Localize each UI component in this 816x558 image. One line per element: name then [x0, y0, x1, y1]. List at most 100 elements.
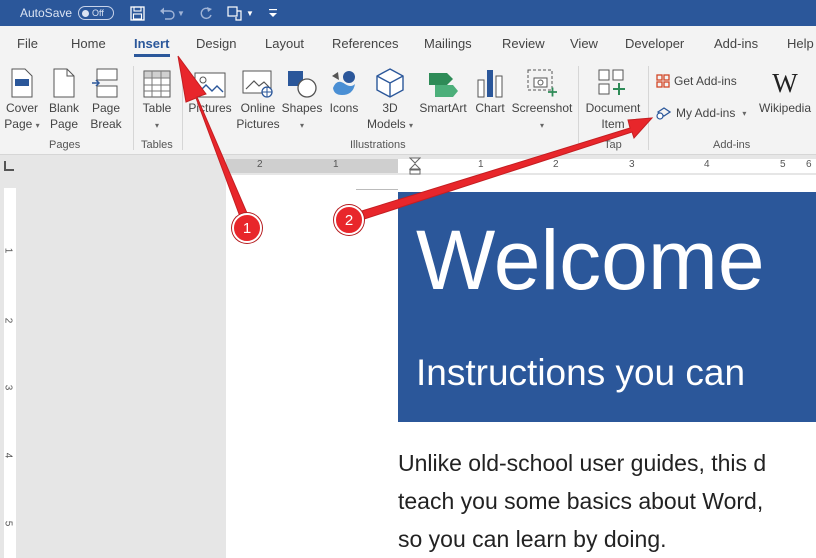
autosave-toggle[interactable]: Off [78, 6, 115, 20]
tab-references[interactable]: References [332, 36, 398, 51]
blank-page-icon [53, 68, 75, 98]
group-label-tables: Tables [141, 139, 173, 151]
annotation-badge-1: 1 [232, 213, 262, 243]
banner-subtitle: Instructions you can [416, 352, 746, 393]
undo-icon[interactable] [158, 4, 176, 22]
ribbon: Cover Page ▾ Blank Page Page Break Pages… [0, 60, 816, 155]
pictures-icon [194, 72, 226, 98]
page-break-label-2: Break [90, 117, 122, 131]
ruler-number: 6 [806, 159, 812, 170]
3d-models-label-2: Models [366, 117, 406, 131]
shapes-chevron-icon: ▾ [299, 121, 304, 130]
tab-home[interactable]: Home [71, 36, 106, 51]
customize-toolbar-icon[interactable] [264, 4, 282, 22]
tab-review[interactable]: Review [502, 36, 545, 51]
tab-design[interactable]: Design [196, 36, 236, 51]
group-label-pages: Pages [49, 139, 81, 151]
vertical-ruler: 1 2 3 4 5 [0, 180, 18, 558]
blank-page-label-1: Blank [48, 101, 80, 115]
tab-file[interactable]: File [17, 36, 38, 51]
toggle-knob [82, 9, 90, 17]
group-label-addins: Add-ins [713, 139, 751, 151]
save-icon[interactable] [128, 4, 146, 22]
cover-page-icon [11, 68, 33, 98]
undo-dropdown-icon[interactable]: ▼ [177, 9, 185, 18]
smartart-button[interactable]: SmartArt [417, 64, 469, 116]
vruler-number: 5 [2, 520, 14, 527]
welcome-banner: Welcome Instructions you can [398, 192, 816, 422]
tab-developer[interactable]: Developer [625, 36, 684, 51]
pictures-button[interactable]: Pictures [186, 64, 234, 116]
wikipedia-icon: W [772, 68, 798, 98]
chart-button[interactable]: Chart [472, 64, 508, 116]
horizontal-ruler: 2 1 1 2 3 4 5 6 [0, 155, 816, 175]
tab-addins[interactable]: Add-ins [714, 36, 758, 51]
addins-icon [656, 107, 672, 120]
3d-models-chevron-icon: ▾ [409, 121, 414, 130]
online-pictures-label-1: Online [240, 101, 276, 115]
ruler-number: 5 [780, 159, 786, 170]
document-item-icon [598, 69, 625, 95]
group-separator [648, 66, 649, 150]
group-separator [578, 66, 579, 150]
vruler-number: 3 [2, 384, 14, 391]
blank-page-label-2: Page [49, 117, 79, 131]
vruler-number: 4 [2, 452, 14, 459]
wikipedia-button[interactable]: W Wikipedia [756, 64, 814, 116]
ruler-number: 2 [257, 159, 263, 170]
autosave-state: Off [92, 8, 104, 18]
document-item-button[interactable]: Document Item [582, 64, 644, 132]
icons-button[interactable]: Icons [326, 64, 362, 116]
redo-icon[interactable] [197, 4, 215, 22]
margin-corner-mark [356, 189, 398, 190]
page-break-icon [92, 68, 118, 98]
shapes-button[interactable]: Shapes ▾ [281, 64, 323, 134]
wikipedia-label: Wikipedia [758, 101, 812, 115]
ruler-number: 1 [333, 159, 339, 170]
3d-models-button[interactable]: 3D Models ▾ [366, 64, 414, 134]
page-break-button[interactable]: Page Break [88, 64, 124, 132]
get-addins-button[interactable]: Get Add-ins [656, 74, 737, 88]
chart-icon [477, 70, 503, 98]
table-icon [143, 70, 171, 98]
online-pictures-button[interactable]: Online Pictures [236, 64, 280, 132]
document-item-label-2: Item [601, 117, 625, 131]
indent-marker-icon[interactable] [409, 157, 421, 175]
word-window: AutoSave Off ▼ ▼ File Home Insert Design… [0, 0, 816, 558]
cube-icon [376, 68, 404, 98]
body-paragraph-line: so you can learn by doing. [398, 526, 667, 552]
document-item-label-1: Document [585, 101, 641, 115]
shapes-icon [288, 71, 317, 98]
active-tab-indicator [134, 54, 170, 57]
my-addins-button[interactable]: My Add-ins ▾ [656, 106, 746, 120]
get-addins-label: Get Add-ins [674, 74, 737, 88]
ruler-left-margin [226, 159, 398, 173]
tab-view[interactable]: View [570, 36, 598, 51]
ruler-number: 3 [629, 159, 635, 170]
smartart-label: SmartArt [419, 101, 467, 115]
tab-mailings[interactable]: Mailings [424, 36, 472, 51]
vertical-ruler-strip [4, 188, 16, 558]
smartart-icon [429, 73, 458, 97]
group-label-tap: Tap [604, 139, 622, 151]
tab-insert[interactable]: Insert [134, 36, 169, 51]
tab-help[interactable]: Help [787, 36, 814, 51]
vruler-number: 2 [2, 317, 14, 324]
table-label: Table [142, 101, 172, 115]
store-icon [656, 74, 670, 88]
table-button[interactable]: Table ▾ [138, 64, 176, 134]
body-paragraph-line: teach you some basics about Word, [398, 488, 764, 514]
touch-mode-icon[interactable] [227, 4, 245, 22]
page-break-label-1: Page [91, 101, 121, 115]
blank-page-button[interactable]: Blank Page [46, 64, 82, 132]
annotation-badge-2: 2 [334, 205, 364, 235]
cover-page-button[interactable]: Cover Page ▾ [4, 64, 40, 134]
my-addins-chevron-icon[interactable]: ▾ [742, 109, 746, 118]
screenshot-button[interactable]: Screenshot ▾ [511, 64, 573, 134]
cover-page-chevron-icon: ▾ [35, 121, 40, 130]
cover-page-label-2: Page [4, 117, 33, 131]
tab-layout[interactable]: Layout [265, 36, 304, 51]
touch-dropdown-icon[interactable]: ▼ [246, 9, 254, 18]
3d-models-label-1: 3D [382, 101, 398, 115]
tab-selector-icon[interactable] [4, 161, 14, 171]
